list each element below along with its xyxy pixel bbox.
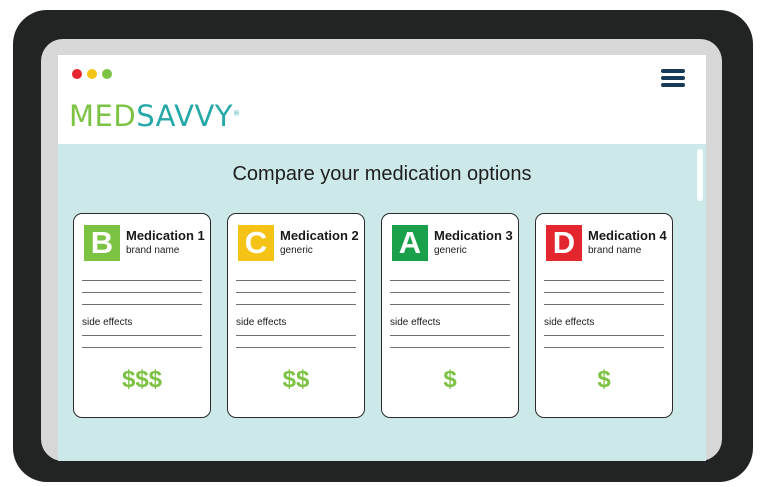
side-effects-line bbox=[236, 335, 356, 336]
price-indicator: $$$ bbox=[121, 366, 163, 393]
info-line bbox=[390, 292, 510, 293]
info-line bbox=[390, 304, 510, 305]
info-line bbox=[82, 292, 202, 293]
grade-badge: B bbox=[84, 225, 120, 261]
window-controls bbox=[72, 69, 112, 79]
medication-type: generic bbox=[434, 245, 467, 256]
side-effects-line bbox=[544, 347, 664, 348]
side-effects-line bbox=[544, 335, 664, 336]
medication-type: brand name bbox=[588, 245, 642, 256]
side-effects-line bbox=[82, 347, 202, 348]
medication-type: generic bbox=[280, 245, 313, 256]
logo-savvy-text: SAVVY bbox=[136, 99, 234, 133]
info-line bbox=[390, 280, 510, 281]
grade-badge: D bbox=[546, 225, 582, 261]
minimize-dot[interactable] bbox=[87, 69, 97, 79]
medication-name: Medication 4 bbox=[588, 228, 667, 243]
close-dot[interactable] bbox=[72, 69, 82, 79]
side-effects-label: side effects bbox=[544, 317, 595, 328]
info-line bbox=[544, 292, 664, 293]
price-indicator: $$ bbox=[282, 366, 310, 393]
hamburger-menu-icon[interactable] bbox=[661, 69, 685, 87]
app-header: MEDSAVVY® bbox=[58, 55, 706, 144]
price-indicator: $ bbox=[597, 366, 611, 393]
side-effects-label: side effects bbox=[82, 317, 133, 328]
logo-registered-mark: ® bbox=[233, 109, 241, 118]
side-effects-label: side effects bbox=[390, 317, 441, 328]
side-effects-label: side effects bbox=[236, 317, 287, 328]
medication-type: brand name bbox=[126, 245, 180, 256]
medication-name: Medication 1 bbox=[126, 228, 205, 243]
grade-badge: A bbox=[392, 225, 428, 261]
medication-card[interactable]: D Medication 4 brand name side effects $ bbox=[535, 213, 673, 418]
medication-name: Medication 3 bbox=[434, 228, 513, 243]
side-effects-line bbox=[82, 335, 202, 336]
medication-name: Medication 2 bbox=[280, 228, 359, 243]
info-line bbox=[236, 280, 356, 281]
price-indicator: $ bbox=[443, 366, 457, 393]
info-line bbox=[82, 280, 202, 281]
info-line bbox=[82, 304, 202, 305]
info-line bbox=[236, 292, 356, 293]
app-screen: MEDSAVVY® Compare your medication option… bbox=[58, 55, 706, 461]
maximize-dot[interactable] bbox=[102, 69, 112, 79]
info-line bbox=[236, 304, 356, 305]
info-line bbox=[544, 280, 664, 281]
side-effects-line bbox=[390, 335, 510, 336]
medication-card[interactable]: B Medication 1 brand name side effects $$$ bbox=[73, 213, 211, 418]
logo-med-text: MED bbox=[69, 99, 137, 133]
side-effects-line bbox=[236, 347, 356, 348]
medication-card[interactable]: A Medication 3 generic side effects $ bbox=[381, 213, 519, 418]
side-effects-line bbox=[390, 347, 510, 348]
medsavvy-logo[interactable]: MEDSAVVY® bbox=[69, 102, 241, 131]
grade-badge: C bbox=[238, 225, 274, 261]
medication-cards: B Medication 1 brand name side effects $$$ C… bbox=[73, 213, 673, 418]
medication-card[interactable]: C Medication 2 generic side effects $$ bbox=[227, 213, 365, 418]
info-line bbox=[544, 304, 664, 305]
page-title: Compare your medication options bbox=[232, 163, 532, 185]
